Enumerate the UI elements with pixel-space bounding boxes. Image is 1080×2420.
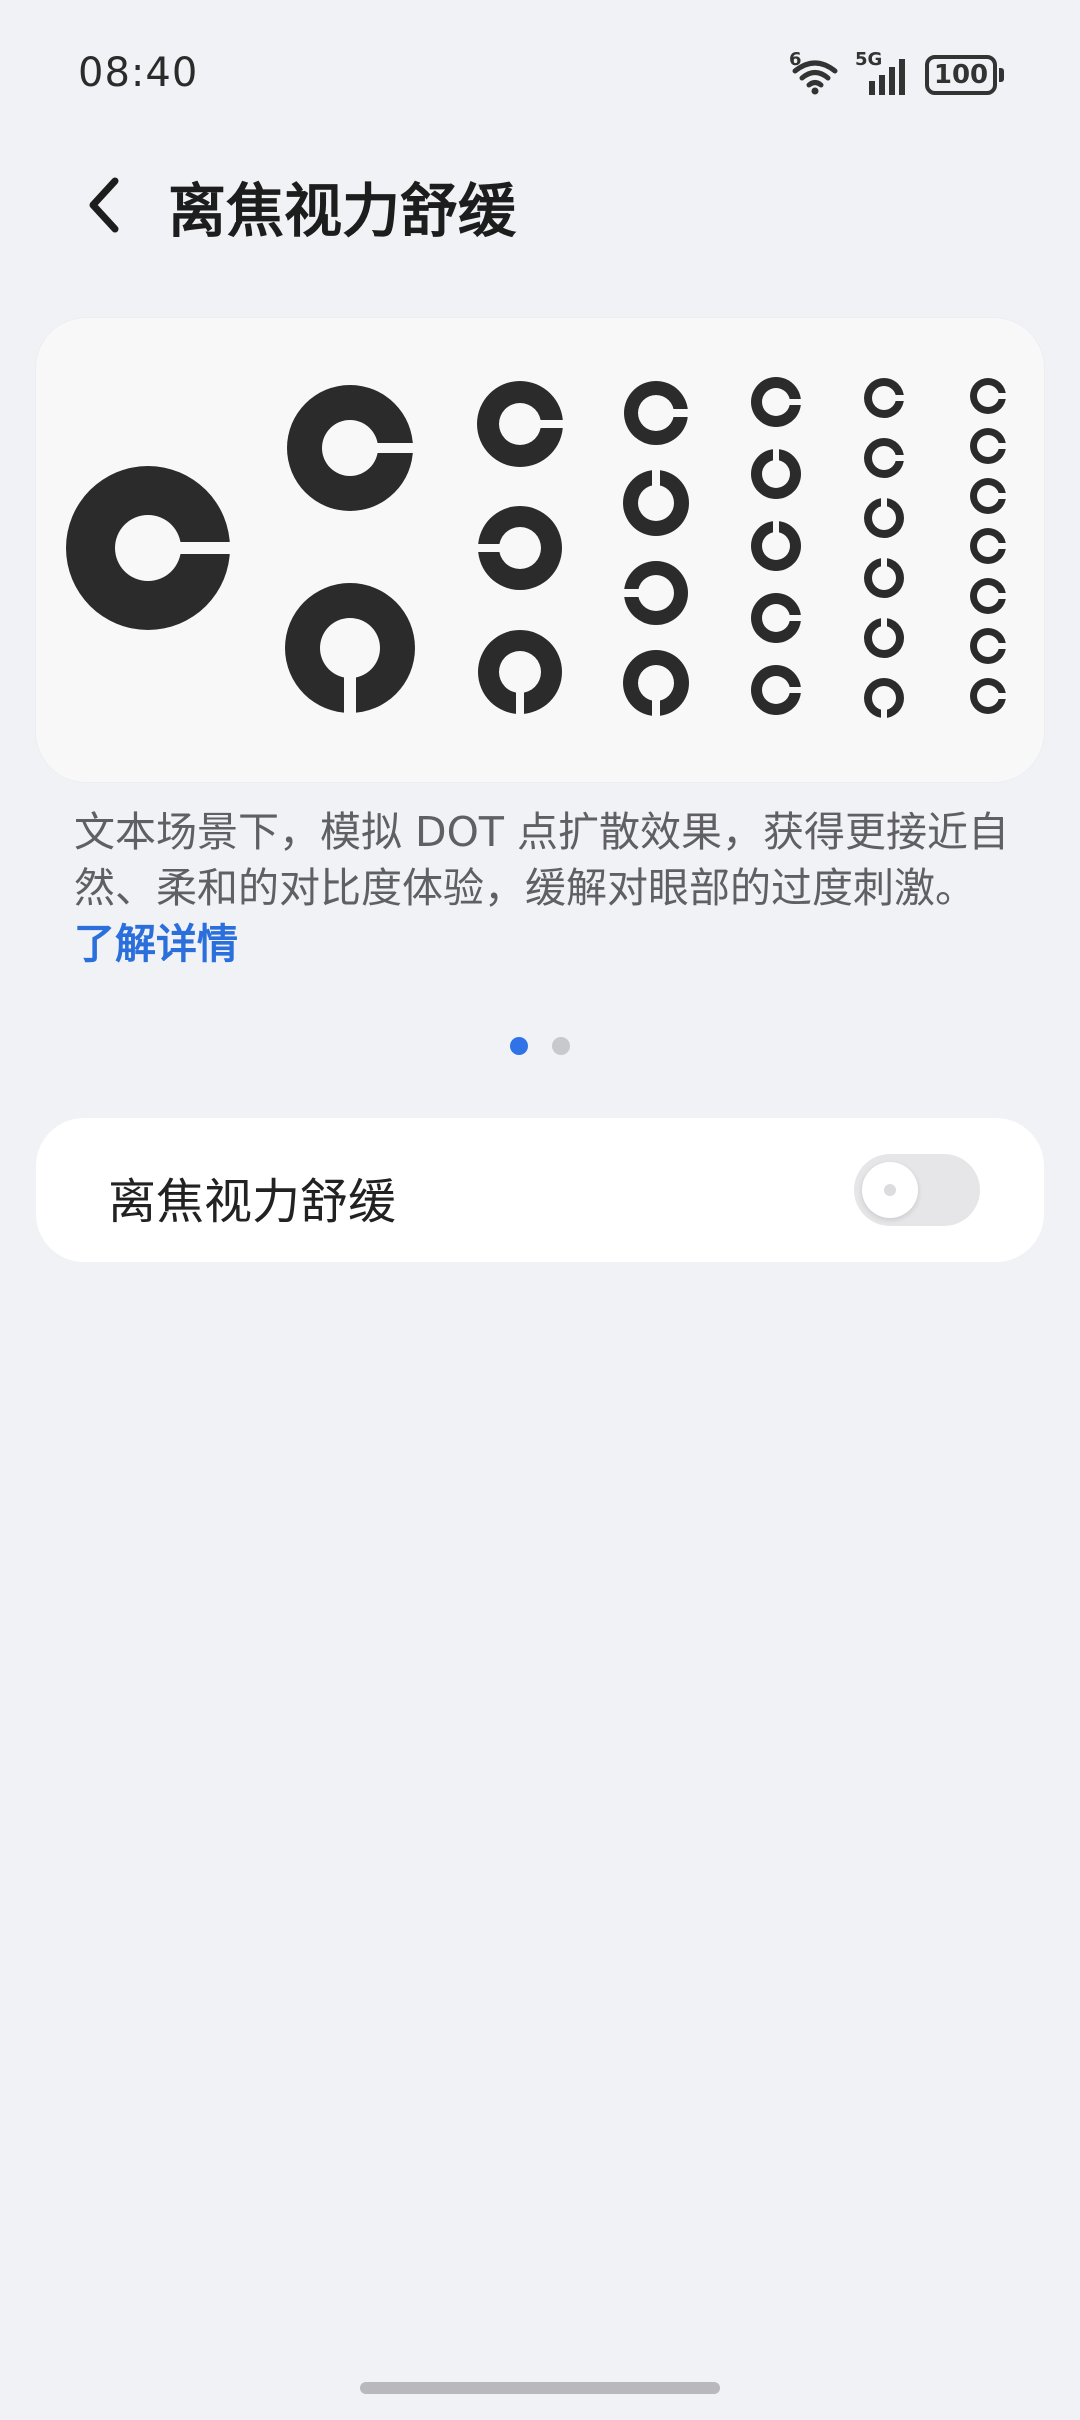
description: 文本场景下，模拟 DOT 点扩散效果，获得更接近自然、柔和的对比度体验，缓解对眼… bbox=[74, 804, 1014, 972]
page-title: 离焦视力舒缓 bbox=[168, 177, 517, 245]
wifi-icon: 6 bbox=[789, 49, 841, 97]
page-dot-1[interactable] bbox=[510, 1037, 528, 1055]
page-dot-2[interactable] bbox=[552, 1037, 570, 1055]
page-indicator bbox=[0, 1036, 1080, 1056]
toggle-knob bbox=[862, 1162, 918, 1218]
defocus-toggle[interactable] bbox=[854, 1154, 980, 1226]
landolt-c-chart-icon bbox=[66, 377, 1009, 722]
back-button[interactable] bbox=[70, 170, 140, 240]
learn-more-link[interactable]: 了解详情 bbox=[74, 920, 238, 968]
ring-c1 bbox=[66, 466, 238, 630]
home-indicator[interactable] bbox=[360, 2382, 720, 2394]
status-bar: 08:40 6 5G 100 bbox=[0, 0, 1080, 150]
battery-level: 100 bbox=[933, 60, 989, 90]
illustration-card bbox=[36, 318, 1044, 782]
wifi-label: 6 bbox=[789, 49, 802, 70]
battery-icon: 100 bbox=[925, 55, 1004, 95]
setting-label: 离焦视力舒缓 bbox=[108, 1174, 397, 1230]
chevron-left-icon bbox=[89, 177, 119, 233]
header: 离焦视力舒缓 bbox=[0, 150, 1080, 250]
setting-card: 离焦视力舒缓 bbox=[36, 1118, 1044, 1262]
status-icons: 6 5G 100 bbox=[789, 49, 1004, 100]
status-time: 08:40 bbox=[78, 50, 199, 96]
signal-icon: 5G bbox=[855, 49, 911, 97]
description-text: 文本场景下，模拟 DOT 点扩散效果，获得更接近自然、柔和的对比度体验，缓解对眼… bbox=[74, 808, 1009, 912]
